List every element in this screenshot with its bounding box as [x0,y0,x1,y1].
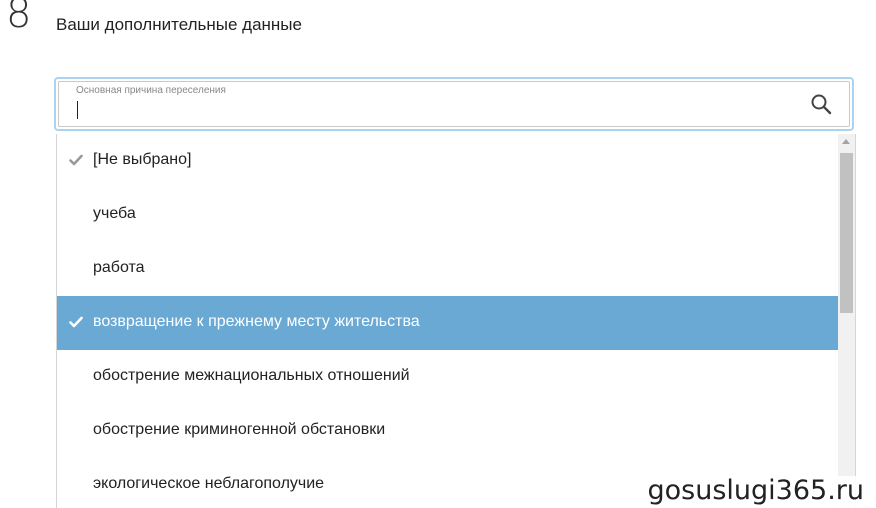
option-crime-situation[interactable]: обострение криминогенной обстановки [57,404,839,458]
option-label: экологическое неблагополучие [93,475,325,492]
option-return-home[interactable]: возвращение к прежнему месту жительства [57,296,839,350]
search-icon[interactable] [810,93,832,115]
option-not-selected[interactable]: [Не выбрано] [57,134,839,188]
reason-dropdown-list: [Не выбрано] учеба работа возвращение к … [56,134,856,508]
scroll-up-arrow-icon[interactable] [842,139,850,144]
dropdown-scrollbar[interactable] [838,134,855,508]
step-number: 8 [6,0,32,37]
reason-search-input[interactable] [76,101,776,123]
option-label: [Не выбрано] [93,151,192,168]
option-ethnic-relations[interactable]: обострение межнациональных отношений [57,350,839,404]
option-label: обострение криминогенной обстановки [93,421,386,438]
option-label: работа [93,259,145,276]
check-icon [69,316,83,328]
option-label: учеба [93,205,136,222]
option-label: возвращение к прежнему месту жительства [93,313,420,330]
section-title: Ваши дополнительные данные [56,15,302,34]
page: 8 Ваши дополнительные данные Основная пр… [0,0,876,508]
scrollbar-thumb[interactable] [840,153,853,313]
field-label: Основная причина переселения [76,85,226,96]
option-label: обострение межнациональных отношений [93,367,410,384]
watermark: gosuslugi365.ru [637,476,870,508]
text-cursor [77,101,78,119]
check-icon [69,154,83,166]
option-study[interactable]: учеба [57,188,839,242]
reason-combobox[interactable]: Основная причина переселения [54,77,854,131]
option-work[interactable]: работа [57,242,839,296]
